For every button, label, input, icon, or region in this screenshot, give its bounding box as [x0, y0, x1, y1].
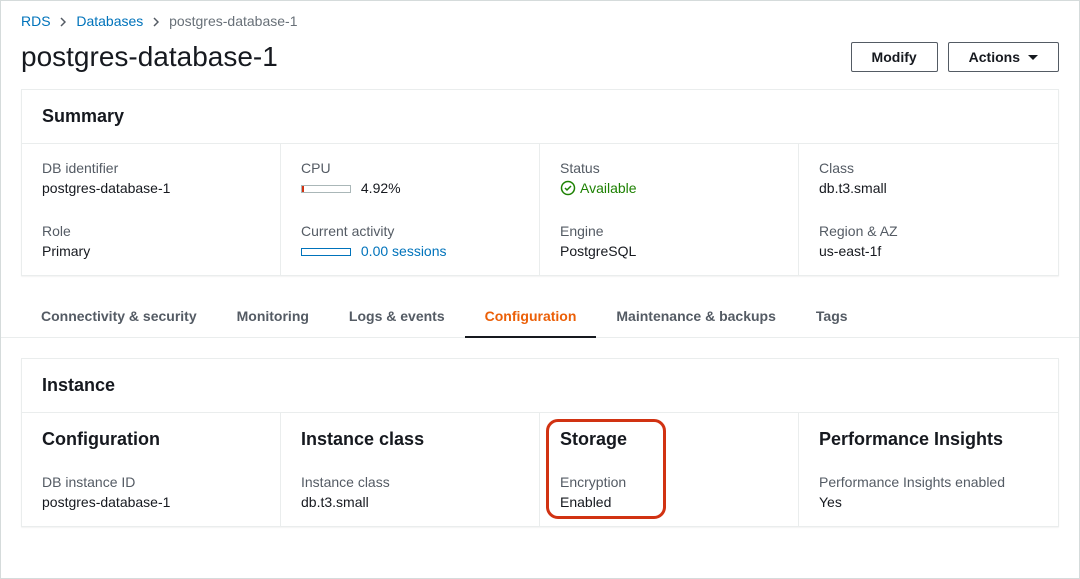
tab-connectivity[interactable]: Connectivity & security	[21, 296, 217, 338]
summary-role: Role Primary	[22, 215, 281, 275]
field-value: Yes	[819, 494, 1038, 510]
field-value: 4.92%	[301, 180, 519, 196]
field-value: postgres-database-1	[42, 494, 260, 510]
field-label: Encryption	[560, 474, 778, 490]
field-value: db.t3.small	[301, 494, 519, 510]
actions-label: Actions	[969, 49, 1020, 65]
summary-engine: Engine PostgreSQL	[540, 215, 799, 275]
summary-status: Status Available	[540, 144, 799, 215]
status-text: Available	[580, 180, 637, 196]
breadcrumb: RDS Databases postgres-database-1	[1, 1, 1079, 37]
field-value: postgres-database-1	[42, 180, 260, 196]
actions-button[interactable]: Actions	[948, 42, 1059, 72]
breadcrumb-current: postgres-database-1	[169, 13, 297, 29]
header-actions: Modify Actions	[851, 42, 1059, 72]
tab-maintenance[interactable]: Maintenance & backups	[596, 296, 796, 338]
summary-class: Class db.t3.small	[799, 144, 1058, 215]
summary-panel: Summary DB identifier postgres-database-…	[21, 89, 1059, 276]
field-value: Enabled	[560, 494, 778, 510]
page-title: postgres-database-1	[21, 41, 278, 73]
instance-panel: Instance Configuration DB instance ID po…	[21, 358, 1059, 527]
modify-button[interactable]: Modify	[851, 42, 938, 72]
activity-text: 0.00 sessions	[361, 243, 447, 259]
section-heading: Storage	[560, 429, 778, 450]
field-label: Role	[42, 223, 260, 239]
section-heading: Performance Insights	[819, 429, 1038, 450]
tab-configuration[interactable]: Configuration	[465, 296, 597, 338]
status-badge: Available	[560, 180, 637, 196]
section-heading: Configuration	[42, 429, 260, 450]
field-value: db.t3.small	[819, 180, 1038, 196]
field-label: Class	[819, 160, 1038, 176]
tabs: Connectivity & security Monitoring Logs …	[1, 296, 1079, 338]
tab-monitoring[interactable]: Monitoring	[217, 296, 329, 338]
tab-tags[interactable]: Tags	[796, 296, 868, 338]
field-label: CPU	[301, 160, 519, 176]
field-label: Engine	[560, 223, 778, 239]
check-circle-icon	[560, 180, 576, 196]
field-label: DB instance ID	[42, 474, 260, 490]
field-label: Status	[560, 160, 778, 176]
section-heading: Instance class	[301, 429, 519, 450]
chevron-right-icon	[60, 17, 66, 27]
field-label: Performance Insights enabled	[819, 474, 1038, 490]
instance-configuration: Configuration DB instance ID postgres-da…	[22, 413, 281, 526]
caret-down-icon	[1028, 55, 1038, 60]
summary-activity: Current activity 0.00 sessions	[281, 215, 540, 275]
summary-header: Summary	[22, 90, 1058, 144]
breadcrumb-databases[interactable]: Databases	[76, 13, 143, 29]
page-header: postgres-database-1 Modify Actions	[1, 37, 1079, 89]
instance-performance: Performance Insights Performance Insight…	[799, 413, 1058, 526]
breadcrumb-rds[interactable]: RDS	[21, 13, 51, 29]
summary-region: Region & AZ us-east-1f	[799, 215, 1058, 275]
chevron-right-icon	[153, 17, 159, 27]
field-value: PostgreSQL	[560, 243, 778, 259]
activity-meter	[301, 248, 351, 256]
field-label: DB identifier	[42, 160, 260, 176]
cpu-percent: 4.92%	[361, 180, 401, 196]
field-value: Primary	[42, 243, 260, 259]
field-value[interactable]: 0.00 sessions	[301, 243, 519, 259]
tab-logs[interactable]: Logs & events	[329, 296, 465, 338]
summary-title: Summary	[42, 106, 1038, 127]
cpu-meter	[301, 185, 351, 193]
instance-header: Instance	[22, 359, 1058, 413]
instance-class: Instance class Instance class db.t3.smal…	[281, 413, 540, 526]
summary-cpu: CPU 4.92%	[281, 144, 540, 215]
field-value: us-east-1f	[819, 243, 1038, 259]
instance-storage: Storage Encryption Enabled	[540, 413, 799, 526]
summary-db-identifier: DB identifier postgres-database-1	[22, 144, 281, 215]
field-label: Region & AZ	[819, 223, 1038, 239]
field-label: Instance class	[301, 474, 519, 490]
field-label: Current activity	[301, 223, 519, 239]
instance-title: Instance	[42, 375, 1038, 396]
